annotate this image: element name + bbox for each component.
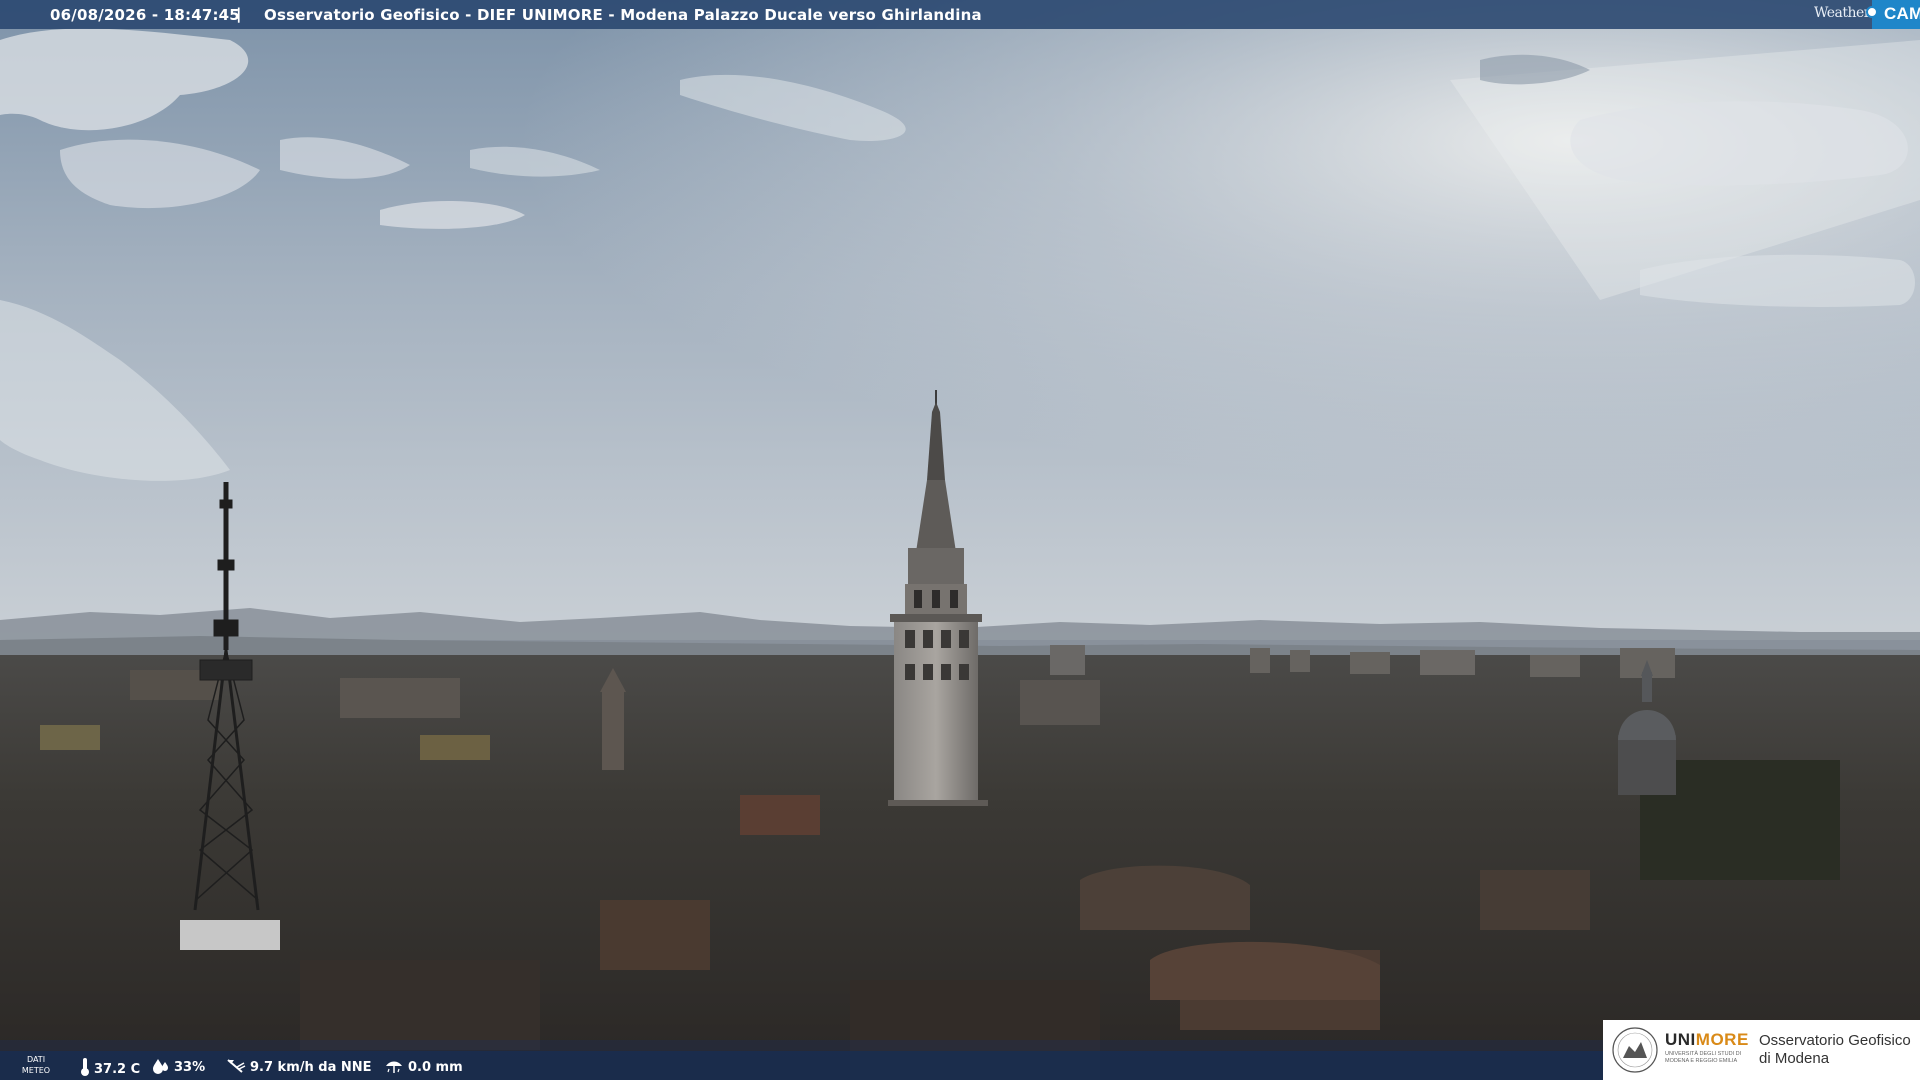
unimore-subtitle-line2: MODENA E REGGIO EMILIA — [1665, 1058, 1738, 1064]
observatory-name-line2: di Modena — [1759, 1050, 1830, 1067]
dati-meteo-line1: DATI — [26, 1055, 46, 1064]
unimore-uni: UNI — [1665, 1030, 1696, 1049]
temperature-value: 37.2 C — [94, 1062, 141, 1077]
humidity-drop-icon — [153, 1059, 168, 1074]
top-info-bar: 06/08/2026 - 18:47:45 | Osservatorio Geo… — [0, 0, 1920, 29]
observatory-name-line1: Osservatorio Geofisico — [1759, 1032, 1911, 1049]
weathercam-logo-cam: CAM — [1884, 4, 1920, 23]
weathercam-logo: Weather CAM — [1812, 0, 1920, 29]
thermometer-icon — [81, 1058, 89, 1076]
separator: | — [236, 5, 242, 23]
weathercam-logo-box: CAM — [1866, 0, 1920, 29]
unimore-wordmark: UNIMORE — [1665, 1030, 1749, 1050]
timestamp: 06/08/2026 - 18:47:45 — [50, 6, 240, 24]
wind-reading: 9.7 km/h da NNE — [226, 1058, 372, 1075]
rain-reading: 0.0 mm — [384, 1058, 463, 1075]
weather-data-bar: DATI METEO 37.2 C 33% 9.7 km/h da NNE 0.… — [0, 1051, 1603, 1080]
camera-caption: Osservatorio Geofisico - DIEF UNIMORE - … — [264, 6, 982, 24]
lens-dot-icon — [1866, 6, 1878, 18]
rain-value: 0.0 mm — [408, 1060, 463, 1075]
wind-vane-icon — [227, 1059, 246, 1073]
unimore-subtitle-line1: UNIVERSITÀ DEGLI STUDI DI — [1665, 1051, 1742, 1057]
sky — [0, 0, 1920, 640]
humidity-reading: 33% — [152, 1058, 205, 1075]
weathercam-logo-weather: Weather — [1814, 5, 1871, 21]
temperature-reading: 37.2 C — [80, 1058, 140, 1077]
dati-meteo-label: DATI METEO — [16, 1054, 56, 1076]
university-seal-icon — [1612, 1027, 1658, 1073]
wind-value: 9.7 km/h da NNE — [250, 1060, 372, 1075]
unimore-observatory-logo: UNIMORE UNIVERSITÀ DEGLI STUDI DI MODENA… — [1603, 1020, 1920, 1080]
unimore-subtitle: UNIVERSITÀ DEGLI STUDI DI MODENA E REGGI… — [1665, 1051, 1760, 1065]
dati-meteo-line2: METEO — [21, 1066, 51, 1075]
webcam-photo — [0, 0, 1920, 1080]
observatory-name: Osservatorio Geofisico di Modena — [1759, 1032, 1911, 1068]
humidity-value: 33% — [174, 1060, 206, 1075]
unimore-more: MORE — [1695, 1030, 1749, 1049]
rain-gauge-icon — [386, 1061, 402, 1073]
